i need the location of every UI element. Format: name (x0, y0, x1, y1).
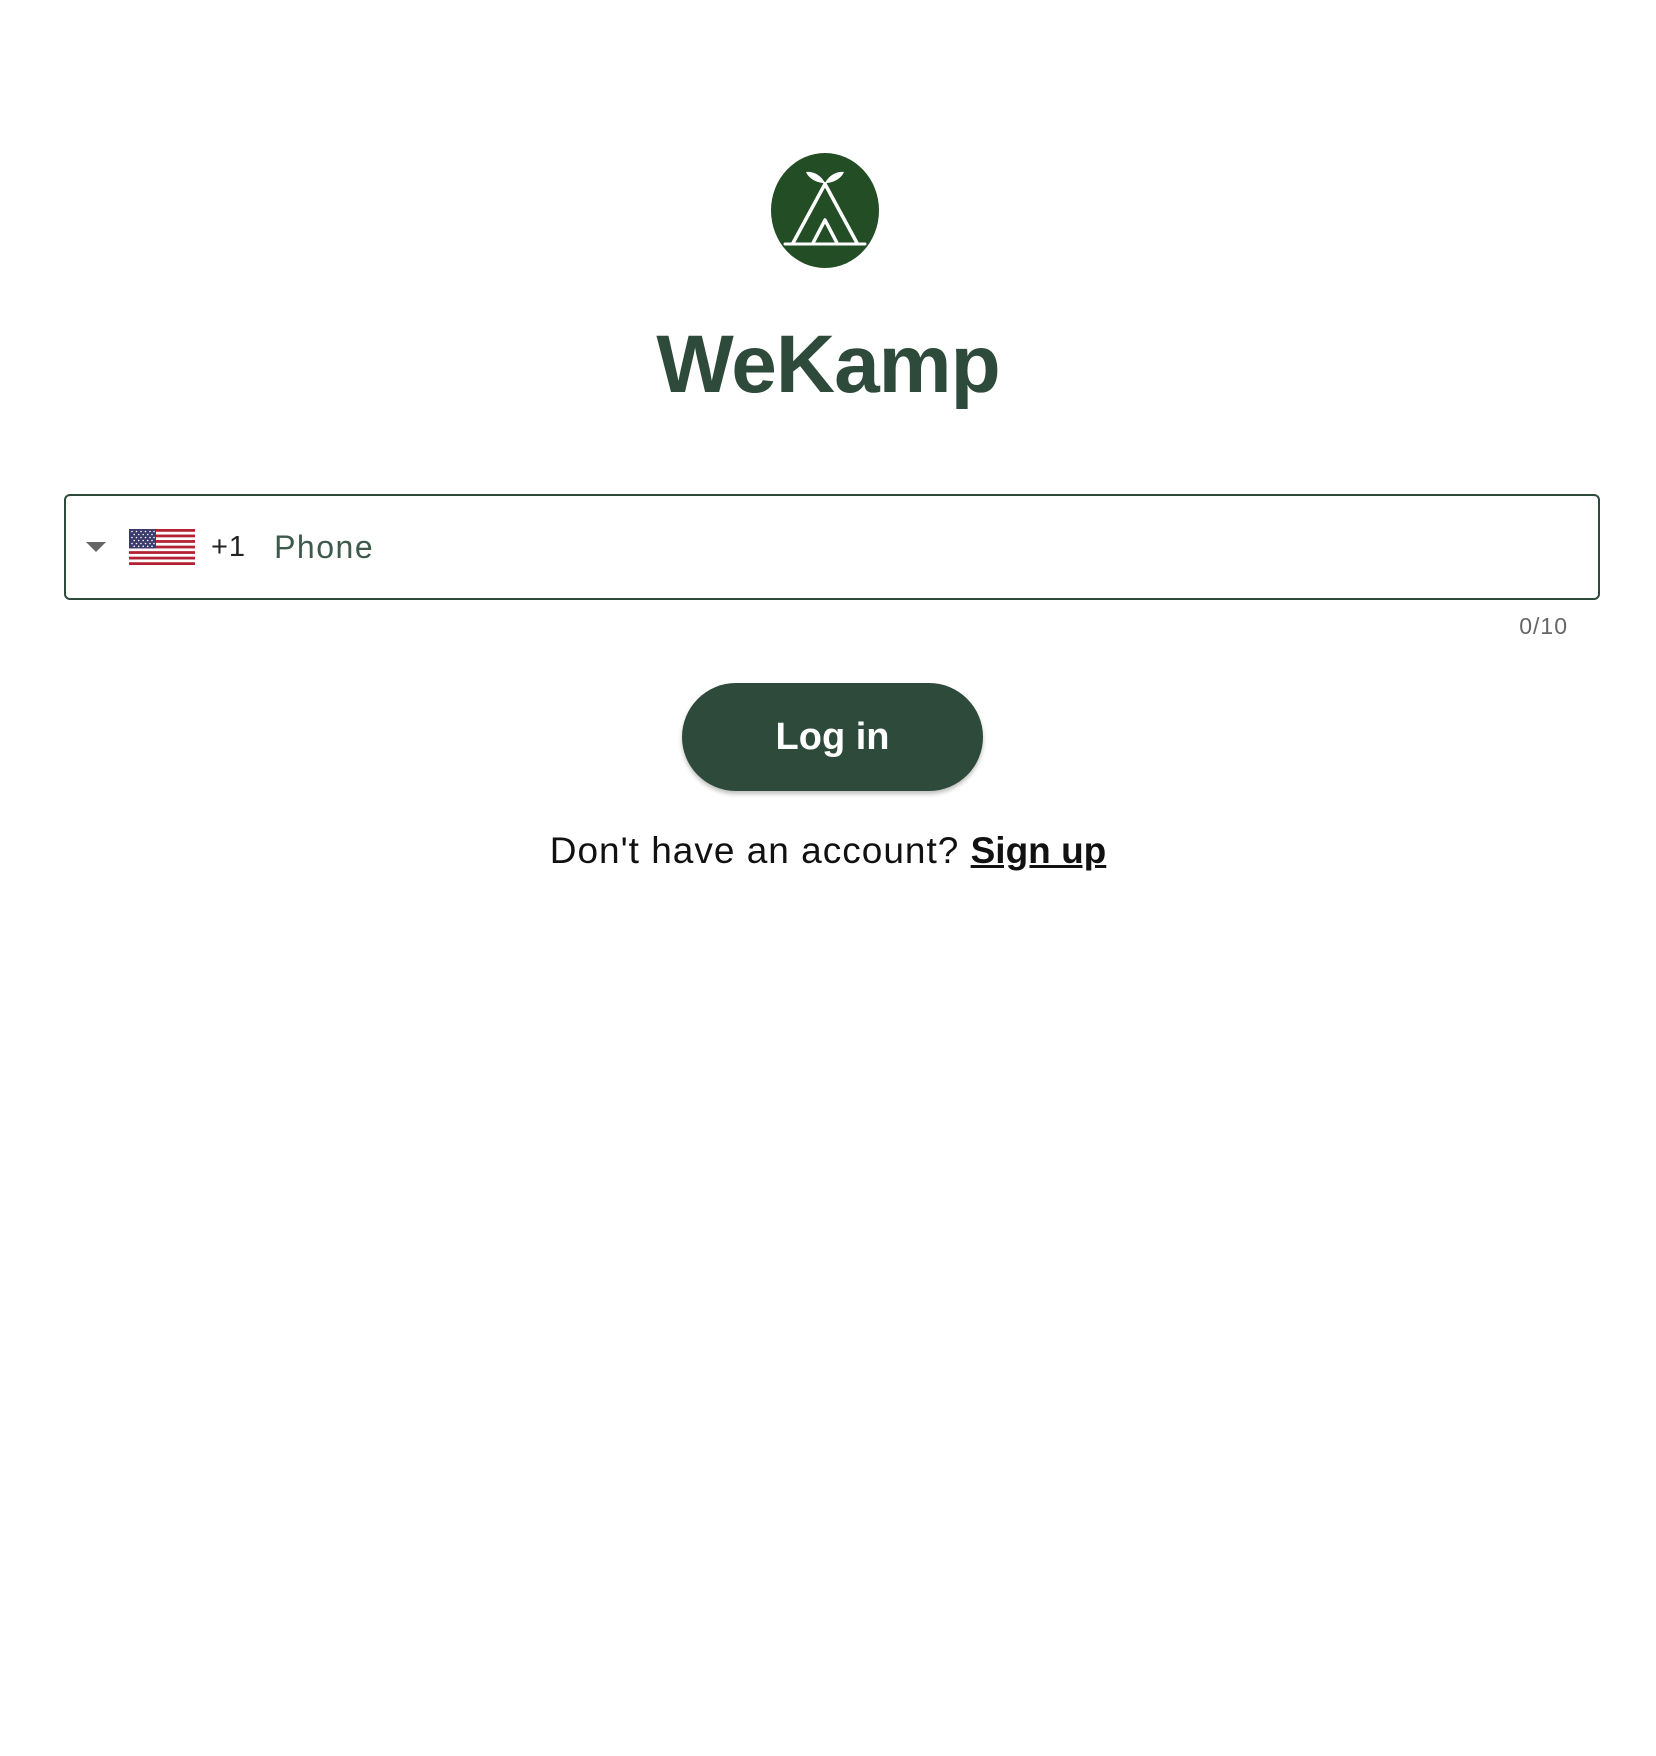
login-page: WeKamp +1 Phone 0/10 Log in Don't have a… (0, 0, 1656, 1756)
phone-field[interactable]: +1 (64, 494, 1600, 600)
app-title: WeKamp (656, 319, 1000, 410)
signup-link[interactable]: Sign up (971, 830, 1107, 871)
login-button[interactable]: Log in (682, 683, 983, 791)
phone-input[interactable] (272, 516, 1598, 578)
signup-prompt-line: Don't have an account? Sign up (0, 830, 1656, 872)
app-logo (771, 153, 879, 268)
character-counter: 0/10 (1519, 613, 1568, 639)
dial-code: +1 (211, 530, 247, 563)
signup-prompt-text: Don't have an account? (549, 830, 960, 871)
caret-down-icon[interactable] (86, 542, 106, 552)
country-code-selector[interactable]: +1 (66, 496, 246, 598)
tent-sprout-logo-icon (771, 153, 879, 268)
us-flag-icon (129, 529, 195, 565)
